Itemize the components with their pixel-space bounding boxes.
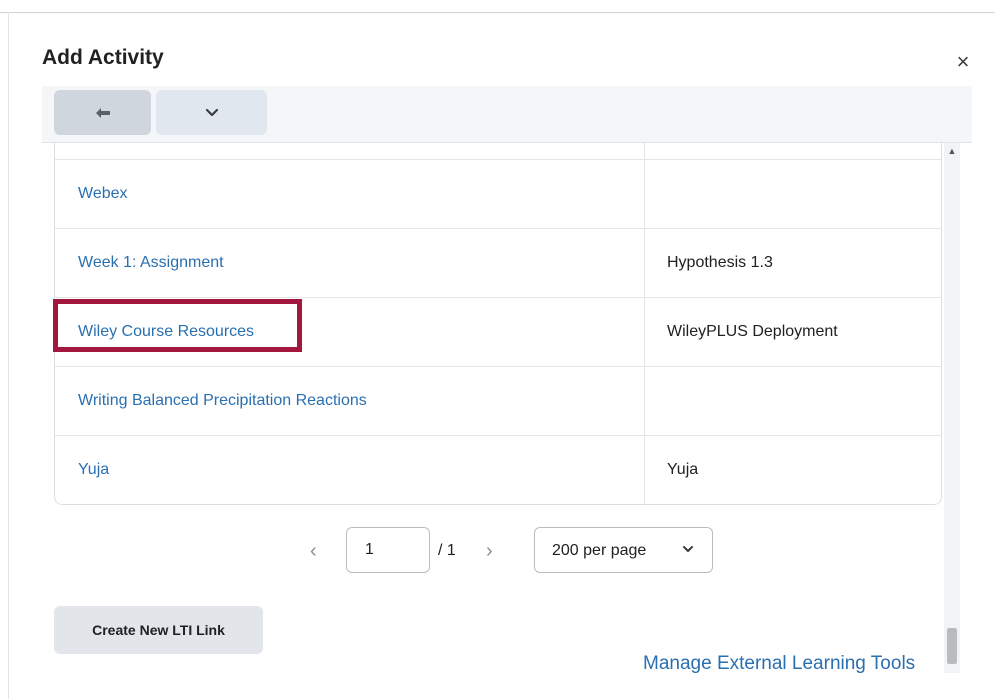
- window-top-border: [0, 12, 995, 13]
- scrollbar[interactable]: ▲: [944, 143, 960, 673]
- chevron-down-icon: [683, 546, 693, 552]
- activity-link[interactable]: Wiley Course Resources: [78, 298, 254, 366]
- column-divider: [644, 143, 645, 504]
- add-activity-dialog: Add Activity × Webex Week 1: Assignment …: [0, 0, 995, 699]
- scroll-thumb[interactable]: [947, 628, 957, 664]
- table-row: Writing Balanced Precipitation Reactions: [55, 367, 941, 436]
- activity-tool: WileyPLUS Deployment: [667, 323, 838, 340]
- table-row: Yuja Yuja: [55, 436, 941, 504]
- back-button[interactable]: [54, 90, 151, 135]
- table-row: Week 1: Assignment Hypothesis 1.3: [55, 229, 941, 298]
- per-page-select[interactable]: 200 per page: [534, 527, 713, 573]
- table-row: Wiley Course Resources WileyPLUS Deploym…: [55, 298, 941, 367]
- activity-link[interactable]: Webex: [78, 160, 128, 228]
- create-lti-link-button[interactable]: Create New LTI Link: [54, 606, 263, 654]
- scroll-up-arrow-icon[interactable]: ▲: [944, 145, 960, 157]
- table-row-partial: [55, 143, 941, 160]
- activity-list: Webex Week 1: Assignment Hypothesis 1.3 …: [54, 143, 942, 505]
- page-number-input[interactable]: [346, 527, 430, 573]
- activity-tool: Yuja: [667, 461, 699, 478]
- window-left-border: [8, 12, 9, 699]
- dialog-title: Add Activity: [42, 46, 164, 69]
- pagination: ‹ / 1 › 200 per page: [0, 527, 995, 575]
- more-options-button[interactable]: [156, 90, 267, 135]
- activity-link[interactable]: Week 1: Assignment: [78, 229, 224, 297]
- table-row: Webex: [55, 160, 941, 229]
- manage-external-tools-link[interactable]: Manage External Learning Tools: [643, 653, 915, 675]
- activity-tool: Hypothesis 1.3: [667, 254, 773, 271]
- back-arrow-icon: [95, 107, 110, 118]
- chevron-down-icon: [205, 108, 218, 116]
- page-total: / 1: [438, 542, 456, 559]
- activity-link[interactable]: Writing Balanced Precipitation Reactions: [78, 367, 367, 435]
- close-icon[interactable]: ×: [948, 49, 978, 75]
- previous-page-button[interactable]: ‹: [310, 527, 317, 575]
- dialog-toolbar: [42, 86, 972, 143]
- next-page-button[interactable]: ›: [486, 527, 493, 575]
- activity-link[interactable]: Yuja: [78, 436, 109, 504]
- per-page-value: 200 per page: [552, 542, 647, 559]
